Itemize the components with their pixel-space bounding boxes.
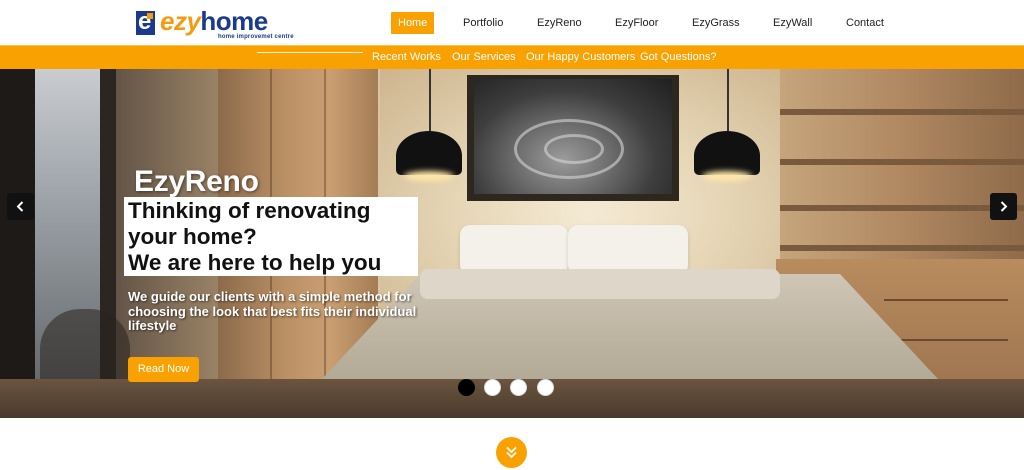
headline-line: your home? xyxy=(128,224,257,249)
subnav-item-recent-works[interactable]: Recent Works xyxy=(372,46,441,69)
chevron-left-icon xyxy=(16,201,24,212)
slide-caption: EzyReno Thinking of renovating your home… xyxy=(0,69,1024,418)
divider xyxy=(257,52,363,53)
carousel-dot[interactable] xyxy=(510,379,527,396)
nav-item-portfolio[interactable]: Portfolio xyxy=(463,12,503,34)
main-nav: Home Portfolio EzyReno EzyFloor EzyGrass… xyxy=(0,12,1024,35)
read-now-button[interactable]: Read Now xyxy=(128,357,199,382)
headline-line: Thinking of renovating xyxy=(128,198,371,223)
subnav-item-our-services[interactable]: Our Services xyxy=(452,46,516,69)
hero-carousel: EzyReno Thinking of renovating your home… xyxy=(0,69,1024,418)
nav-item-ezyreno[interactable]: EzyReno xyxy=(537,12,582,34)
nav-item-ezyfloor[interactable]: EzyFloor xyxy=(615,12,658,34)
nav-item-home[interactable]: Home xyxy=(391,12,435,34)
slide-title: EzyReno xyxy=(134,165,259,198)
site-header: e ezyhome home improvemet centre Home Po… xyxy=(0,0,1024,45)
sub-nav-bar: Recent Works Our Services Our Happy Cust… xyxy=(0,45,1024,69)
scroll-down-button[interactable] xyxy=(496,437,527,468)
double-chevron-down-icon xyxy=(506,446,517,459)
nav-item-ezywall[interactable]: EzyWall xyxy=(773,12,812,34)
carousel-prev-button[interactable] xyxy=(7,193,34,220)
carousel-dot[interactable] xyxy=(537,379,554,396)
nav-item-ezygrass[interactable]: EzyGrass xyxy=(692,12,740,34)
carousel-dot[interactable] xyxy=(484,379,501,396)
headline-line: We are here to help you xyxy=(128,250,382,275)
chevron-right-icon xyxy=(1000,201,1008,212)
nav-item-contact[interactable]: Contact xyxy=(846,12,884,34)
subnav-item-got-questions[interactable]: Got Questions? xyxy=(640,46,716,69)
headline-box: Thinking of renovating your home? We are… xyxy=(124,197,418,276)
carousel-dot[interactable] xyxy=(458,379,475,396)
carousel-next-button[interactable] xyxy=(990,193,1017,220)
subnav-item-happy-customers[interactable]: Our Happy Customers xyxy=(526,46,635,69)
slide-subtext: We guide our clients with a simple metho… xyxy=(128,289,417,333)
